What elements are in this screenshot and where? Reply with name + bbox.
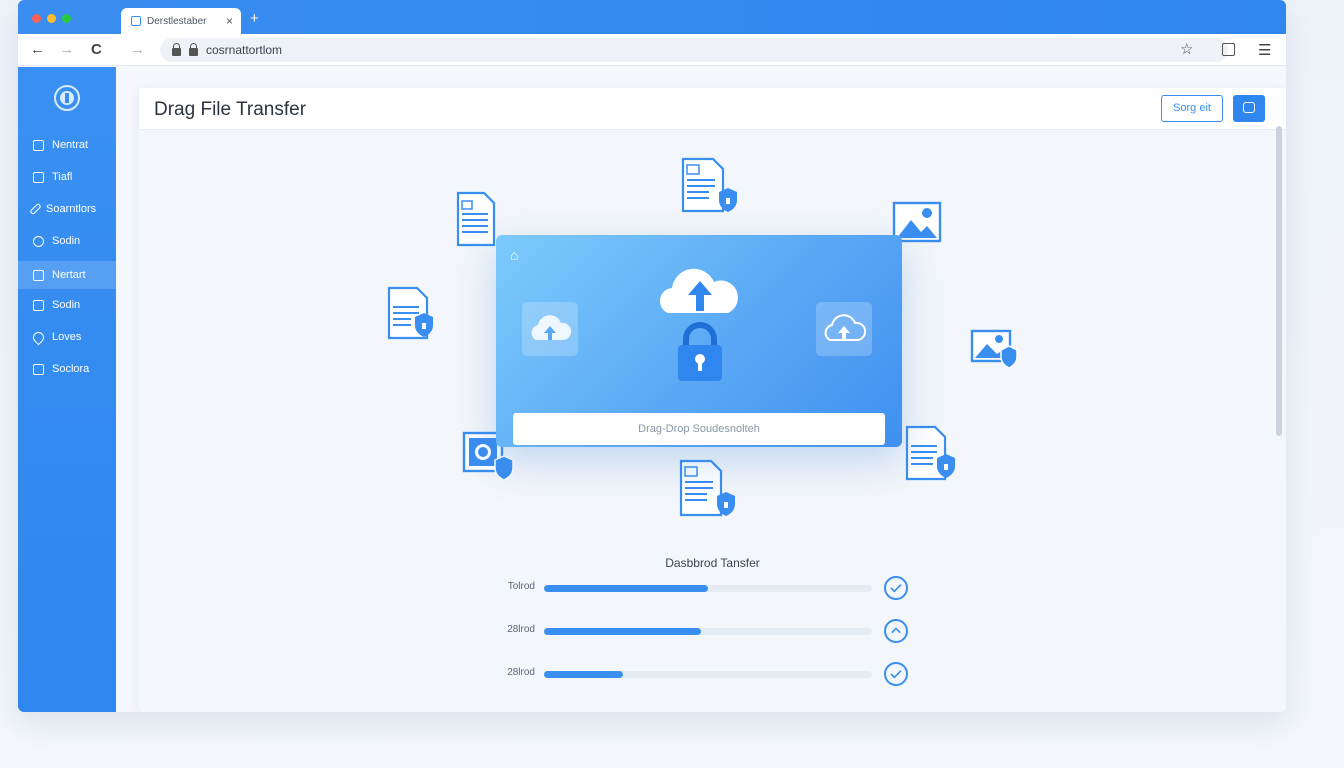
sidebar: Nentrat Tiafl Soarntlors Sodin Nertart S…	[18, 67, 116, 712]
forward-arrow-icon[interactable]: →	[130, 41, 145, 58]
drop-zone-caption: Drag-Drop Soudesnolteh	[513, 413, 885, 445]
cloud-upload-tile	[522, 302, 578, 356]
site-info-icon[interactable]	[189, 42, 198, 56]
sidebar-item-soarntlors[interactable]: Soarntlors	[18, 195, 116, 223]
document-shield-icon[interactable]	[679, 156, 749, 220]
home-outline-icon: ⌂	[510, 247, 519, 263]
browser-tab[interactable]: Derstlestaber ×	[121, 8, 241, 34]
sidebar-item-label: Sodin	[52, 299, 81, 311]
browser-toolbar: ← → C → cosrnattortlom ☆ ☰	[18, 34, 1286, 66]
sidebar-item-loves[interactable]: Loves	[18, 323, 116, 351]
close-window-button[interactable]	[32, 14, 41, 23]
main-header: Drag File Transfer Sorg eit	[139, 88, 1286, 130]
progress-label: 28lrod	[507, 667, 535, 678]
lock-icon	[172, 42, 181, 56]
sidebar-item-tiafl[interactable]: Tiafl	[18, 163, 116, 191]
new-tab-button[interactable]: +	[250, 10, 259, 27]
grid-icon	[33, 269, 44, 281]
browser-window: Derstlestaber × + ← → C → cosrnattortlom…	[18, 0, 1286, 712]
app-logo-icon[interactable]	[54, 85, 80, 111]
document-icon[interactable]	[454, 190, 500, 250]
extension-icon[interactable]	[1222, 43, 1235, 56]
document-shield-icon[interactable]	[385, 285, 437, 345]
tab-close-icon[interactable]: ×	[226, 14, 233, 28]
check-icon[interactable]	[884, 662, 908, 686]
sidebar-item-label: Tiafl	[52, 171, 73, 183]
sidebar-item-nentrat[interactable]: Nentrat	[18, 131, 116, 159]
progress-label: 28lrod	[507, 624, 535, 635]
progress-fill	[544, 585, 708, 592]
progress-fill	[544, 671, 623, 678]
browser-titlebar: Derstlestaber × +	[18, 0, 1286, 34]
check-icon[interactable]	[884, 576, 908, 600]
page-title: Drag File Transfer	[154, 99, 307, 120]
sidebar-item-sodin-2[interactable]: Sodin	[18, 291, 116, 319]
progress-track	[544, 671, 872, 678]
progress-title: Dasbbrod Tansfer	[665, 556, 760, 570]
sidebar-item-label: Soclora	[52, 363, 90, 375]
sidebar-item-label: Nertart	[52, 269, 86, 281]
location-pin-icon	[30, 329, 47, 345]
document-shield-icon[interactable]	[903, 424, 959, 486]
drop-zone[interactable]: ⌂ Drag-Drop Soudesnolteh	[496, 235, 902, 447]
chat-icon	[1243, 102, 1255, 113]
sidebar-item-soclora[interactable]: Soclora	[18, 355, 116, 383]
main-panel: Drag File Transfer Sorg eit ⌂ Drag-Drop …	[139, 88, 1286, 712]
forward-button[interactable]: →	[59, 41, 74, 58]
document-shield-icon[interactable]	[677, 458, 749, 520]
progress-track	[544, 585, 872, 592]
sidebar-item-label: Loves	[52, 331, 82, 343]
cloud-upload-tile	[816, 302, 872, 356]
calendar-icon	[33, 171, 44, 183]
building-icon	[33, 299, 44, 311]
cloud-upload-icon	[531, 315, 572, 340]
maximize-window-button[interactable]	[62, 14, 71, 23]
bookmark-star-icon[interactable]: ☆	[1180, 40, 1193, 58]
scrollbar[interactable]	[1276, 126, 1282, 436]
home-icon	[33, 139, 44, 151]
image-shield-icon[interactable]	[969, 328, 1021, 370]
progress-track	[544, 628, 872, 635]
progress-label: Tolrod	[507, 581, 535, 592]
globe-icon	[33, 235, 44, 247]
progress-row: 28lrod	[479, 619, 919, 643]
progress-fill	[544, 628, 702, 635]
minimize-window-button[interactable]	[47, 14, 56, 23]
sidebar-item-label: Soarntlors	[46, 203, 97, 215]
cloud-upload-icon	[824, 314, 867, 341]
progress-row: 28lrod	[479, 662, 919, 686]
sidebar-item-label: Sodin	[52, 235, 81, 247]
sorg-eit-button[interactable]: Sorg eit	[1161, 95, 1223, 122]
window-controls	[32, 14, 71, 23]
back-button[interactable]: ←	[30, 41, 45, 58]
chat-button[interactable]	[1233, 95, 1265, 122]
reload-button[interactable]: C	[91, 41, 102, 58]
sidebar-item-label: Nentrat	[52, 139, 89, 151]
chevron-up-icon[interactable]	[884, 619, 908, 643]
device-icon	[33, 363, 44, 375]
tab-favicon-icon	[131, 16, 141, 26]
cloud-lock-icon	[659, 268, 739, 381]
progress-row: Tolrod	[479, 576, 919, 600]
browser-menu-icon[interactable]: ☰	[1258, 41, 1271, 59]
sidebar-item-sodin[interactable]: Sodin	[18, 227, 116, 255]
address-bar[interactable]: cosrnattortlom	[160, 38, 1228, 62]
pencil-icon	[29, 202, 42, 216]
sidebar-item-nertart[interactable]: Nertart	[18, 261, 116, 289]
address-text[interactable]: cosrnattortlom	[206, 43, 282, 57]
tab-title: Derstlestaber	[147, 15, 207, 27]
